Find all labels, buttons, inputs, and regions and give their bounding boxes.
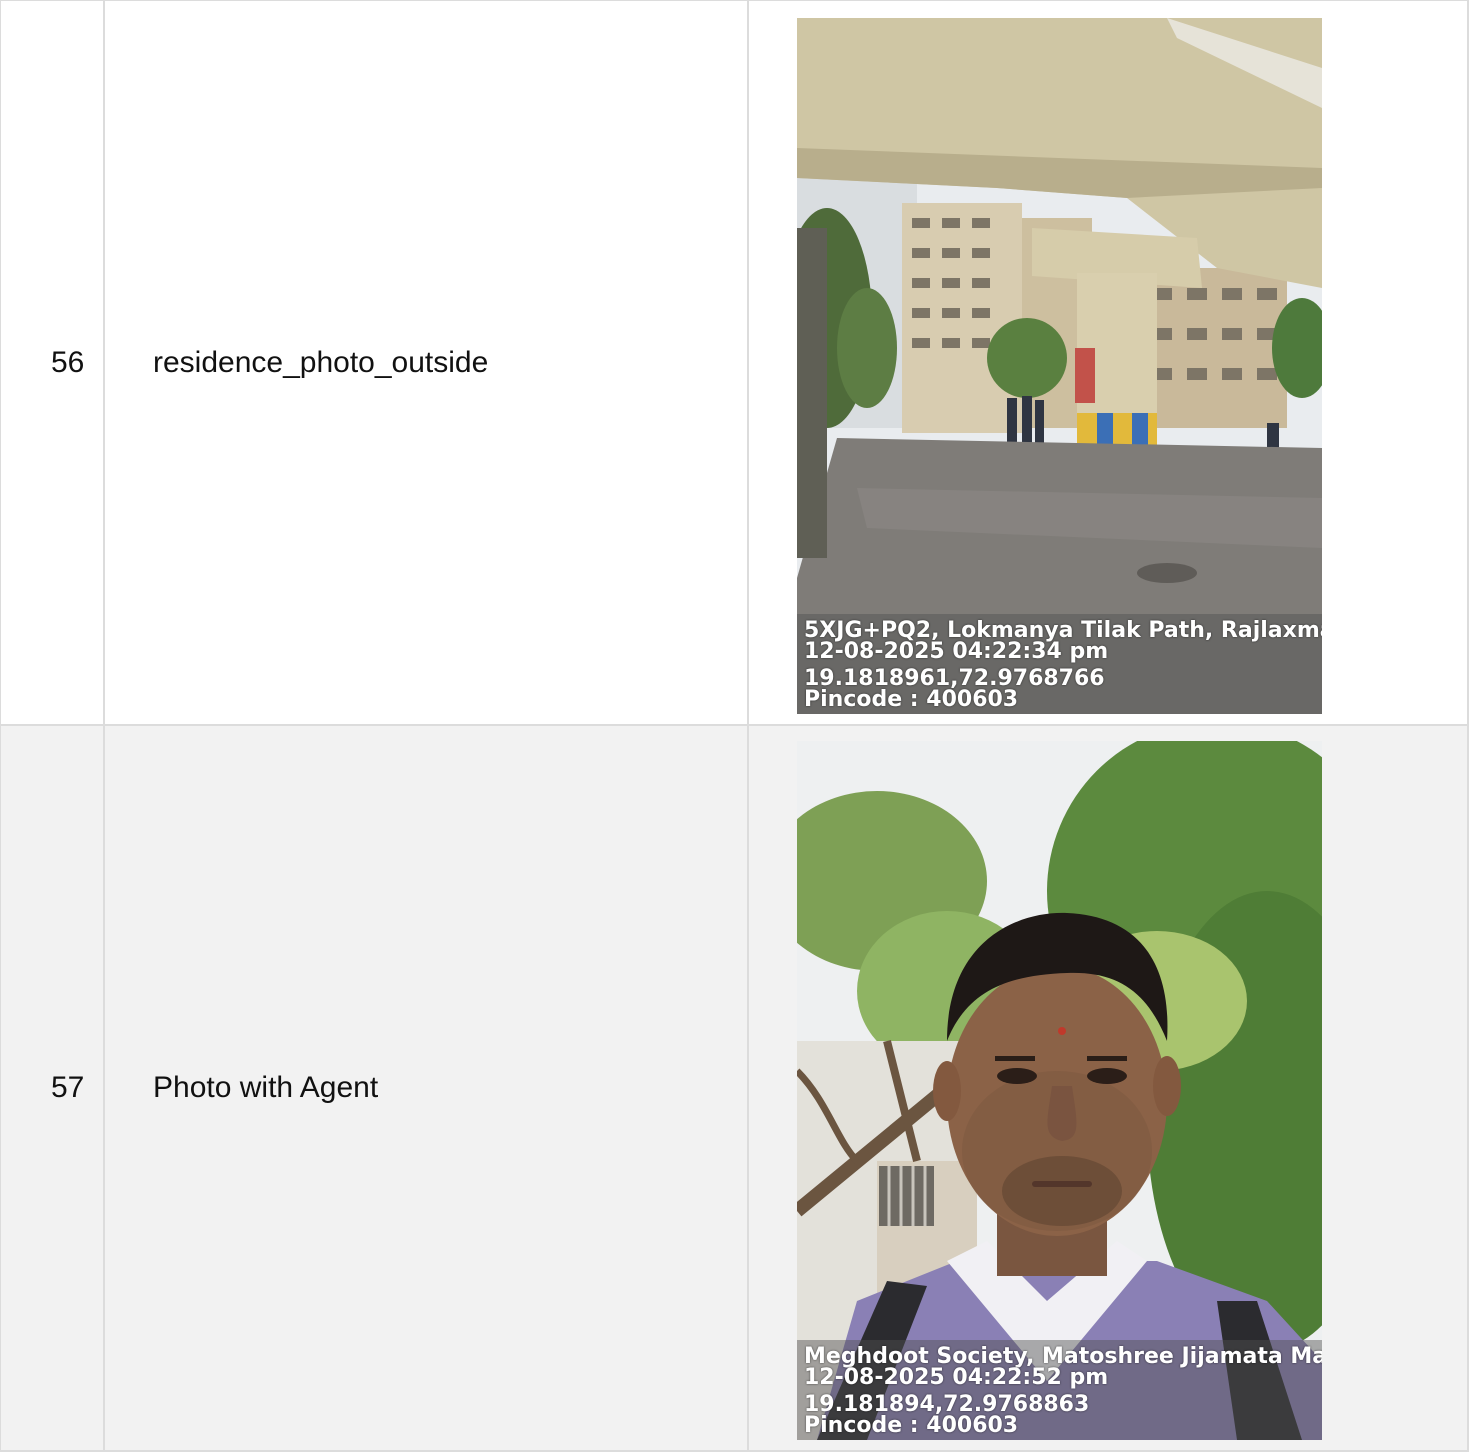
geo-stamp: 5XJG+PQ2, Lokmanya Tilak Path, Rajlaxman…	[797, 614, 1322, 714]
row-label: Photo with Agent	[153, 1071, 379, 1104]
agent-photo[interactable]: Meghdoot Society, Matoshree Jijamata Mar…	[797, 741, 1322, 1440]
row-number: 57	[51, 1071, 85, 1104]
stamp-coords: 19.181894,72.9768863	[804, 1392, 1090, 1417]
row-photo-cell: Meghdoot Society, Matoshree Jijamata Mar…	[749, 726, 1469, 1450]
row-label-cell: residence_photo_outside	[105, 1, 749, 724]
stamp-datetime: 12-08-2025 04:22:34 pm	[804, 639, 1109, 664]
stamp-address: 5XJG+PQ2, Lokmanya Tilak Path, Rajlaxman	[804, 618, 1322, 643]
geo-stamp: Meghdoot Society, Matoshree Jijamata Mar…	[797, 1340, 1322, 1440]
stamp-pincode: Pincode : 400603	[804, 687, 1019, 712]
residence-photo[interactable]: 5XJG+PQ2, Lokmanya Tilak Path, Rajlaxman…	[797, 18, 1322, 714]
stamp-address: Meghdoot Society, Matoshree Jijamata Mar…	[804, 1344, 1322, 1369]
row-label: residence_photo_outside	[153, 345, 489, 379]
stamp-coords: 19.1818961,72.9768766	[804, 666, 1105, 691]
stamp-pincode: Pincode : 400603	[804, 1413, 1019, 1438]
stamp-datetime: 12-08-2025 04:22:52 pm	[804, 1365, 1109, 1390]
table-row: 57 Photo with Agent Meghdoot Society, Ma…	[1, 726, 1469, 1452]
row-number-cell: 56	[1, 1, 105, 724]
street-flyover-photo-image	[797, 18, 1322, 714]
agent-selfie-photo-image	[797, 741, 1322, 1440]
row-number-cell: 57	[1, 726, 105, 1450]
row-photo-cell: 5XJG+PQ2, Lokmanya Tilak Path, Rajlaxman…	[749, 1, 1469, 724]
table-row: 56 residence_photo_outside 5XJG+PQ2, Lok…	[1, 1, 1469, 726]
row-label-cell: Photo with Agent	[105, 726, 749, 1450]
row-number: 56	[51, 345, 85, 379]
photo-table: 56 residence_photo_outside 5XJG+PQ2, Lok…	[0, 0, 1469, 1452]
